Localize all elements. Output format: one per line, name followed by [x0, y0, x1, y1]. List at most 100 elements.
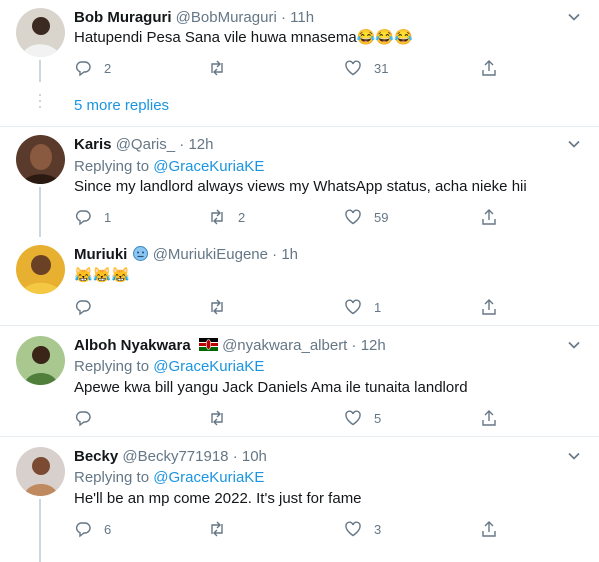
reply-icon	[75, 61, 91, 77]
avatar[interactable]	[16, 135, 65, 184]
avatar[interactable]	[16, 8, 65, 57]
mention-link[interactable]: @GraceKuriaKE	[153, 158, 264, 175]
like-count: 31	[374, 60, 389, 76]
separator: ·	[179, 136, 185, 153]
retweet-icon	[211, 410, 223, 426]
thread-dots	[39, 94, 41, 112]
separator: ·	[280, 9, 286, 26]
emoji-badge-icon	[132, 246, 148, 261]
like-button[interactable]: 5	[344, 408, 381, 428]
share-button[interactable]	[480, 519, 498, 539]
avatar[interactable]	[16, 447, 65, 496]
replies-feed: Bob Muraguri @BobMuraguri · 11h Hatupend…	[0, 0, 599, 562]
like-button[interactable]: 59	[344, 207, 388, 227]
retweet-button[interactable]	[208, 408, 238, 428]
reply-icon	[75, 300, 91, 316]
share-button[interactable]	[480, 207, 498, 227]
retweet-icon	[211, 60, 223, 76]
user-handle[interactable]: @Becky771918	[122, 448, 228, 465]
user-handle[interactable]: @MuriukiEugene	[153, 246, 268, 263]
share-button[interactable]	[480, 58, 498, 78]
tweet[interactable]: Becky @Becky771918 · 10h Replying to @Gr…	[0, 437, 599, 562]
like-count: 59	[374, 209, 389, 225]
mention-link[interactable]: @GraceKuriaKE	[153, 358, 264, 375]
share-button[interactable]	[480, 297, 498, 317]
display-name[interactable]: Becky	[74, 448, 118, 465]
share-icon	[482, 209, 496, 225]
avatar[interactable]	[16, 336, 65, 385]
like-count: 3	[374, 521, 382, 537]
tweet-header: Karis @Qaris_ · 12h	[74, 135, 214, 155]
user-handle[interactable]: @nyakwara_albert	[222, 337, 347, 354]
tweet-header: Becky @Becky771918 · 10h	[74, 447, 267, 467]
like-count: 1	[374, 299, 382, 315]
reply-button[interactable]: 1	[74, 207, 111, 227]
share-icon	[482, 521, 496, 537]
replying-to: Replying to @GraceKuriaKE	[74, 157, 264, 177]
tweet-header: Muriuki @MuriukiEugene · 1h	[74, 245, 298, 265]
like-button[interactable]: 3	[344, 519, 381, 539]
reply-button[interactable]	[74, 408, 104, 428]
replying-to-label: Replying to	[74, 358, 150, 375]
tweet[interactable]: Muriuki @MuriukiEugene · 1h 😹😹😹 1	[0, 237, 599, 325]
chevron-down-icon[interactable]	[567, 449, 581, 463]
like-icon	[345, 209, 361, 225]
tweet-actions: 5	[74, 408, 514, 428]
timestamp[interactable]: 10h	[242, 448, 267, 465]
separator: ·	[232, 448, 238, 465]
tweet-actions: 2 31	[74, 58, 514, 78]
chevron-down-icon[interactable]	[567, 10, 581, 24]
reply-icon	[75, 411, 91, 427]
thread-line	[39, 187, 41, 237]
display-name[interactable]: Bob Muraguri	[74, 9, 172, 26]
replying-to-label: Replying to	[74, 469, 150, 486]
replying-to: Replying to @GraceKuriaKE	[74, 468, 264, 488]
timestamp[interactable]: 1h	[281, 246, 298, 263]
reply-button[interactable]	[74, 297, 104, 317]
tweet-text: Apewe kwa bill yangu Jack Daniels Ama il…	[74, 379, 468, 396]
tweet-actions: 1 2 59	[74, 207, 514, 227]
like-icon	[345, 60, 361, 76]
like-button[interactable]: 31	[344, 58, 388, 78]
share-button[interactable]	[480, 408, 498, 428]
show-more-replies-link[interactable]: 5 more replies	[74, 96, 169, 116]
chevron-down-icon[interactable]	[567, 137, 581, 151]
reply-button[interactable]: 2	[74, 58, 111, 78]
share-icon	[482, 299, 496, 315]
retweet-button[interactable]: 2	[208, 207, 245, 227]
reply-button[interactable]: 6	[74, 519, 111, 539]
reply-count: 1	[104, 209, 112, 225]
separator: ·	[351, 337, 357, 354]
chevron-down-icon[interactable]	[567, 338, 581, 352]
like-button[interactable]: 1	[344, 297, 381, 317]
kenya-flag-icon	[198, 338, 218, 351]
user-handle[interactable]: @BobMuraguri	[176, 9, 277, 26]
mention-link[interactable]: @GraceKuriaKE	[153, 469, 264, 486]
avatar[interactable]	[16, 245, 65, 294]
tweet-text: Hatupendi Pesa Sana vile huwa mnasema😂😂😂	[74, 29, 413, 46]
tweet-actions: 6 3	[74, 519, 514, 539]
tweet[interactable]: Karis @Qaris_ · 12h Replying to @GraceKu…	[0, 127, 599, 237]
retweet-icon	[211, 209, 223, 225]
reply-count: 6	[104, 521, 112, 537]
like-icon	[345, 410, 361, 426]
thread-line	[39, 499, 41, 562]
retweet-button[interactable]	[208, 519, 238, 539]
timestamp[interactable]: 11h	[290, 9, 314, 26]
reply-icon	[75, 210, 91, 226]
replying-to: Replying to @GraceKuriaKE	[74, 357, 264, 377]
display-name[interactable]: Alboh Nyakwara	[74, 337, 191, 354]
display-name[interactable]: Muriuki	[74, 246, 127, 263]
retweet-button[interactable]	[208, 58, 238, 78]
retweet-button[interactable]	[208, 297, 238, 317]
user-handle[interactable]: @Qaris_	[116, 136, 175, 153]
retweet-icon	[211, 521, 223, 537]
share-icon	[482, 410, 496, 426]
timestamp[interactable]: 12h	[188, 136, 213, 153]
timestamp[interactable]: 12h	[361, 337, 386, 354]
tweet-text: 😹😹😹	[74, 267, 131, 284]
display-name[interactable]: Karis	[74, 136, 112, 153]
tweet[interactable]: Bob Muraguri @BobMuraguri · 11h Hatupend…	[0, 0, 599, 126]
tweet-text: Since my landlord always views my WhatsA…	[74, 178, 527, 195]
tweet[interactable]: Alboh Nyakwara @nyakwara_albert · 12h Re…	[0, 326, 599, 436]
